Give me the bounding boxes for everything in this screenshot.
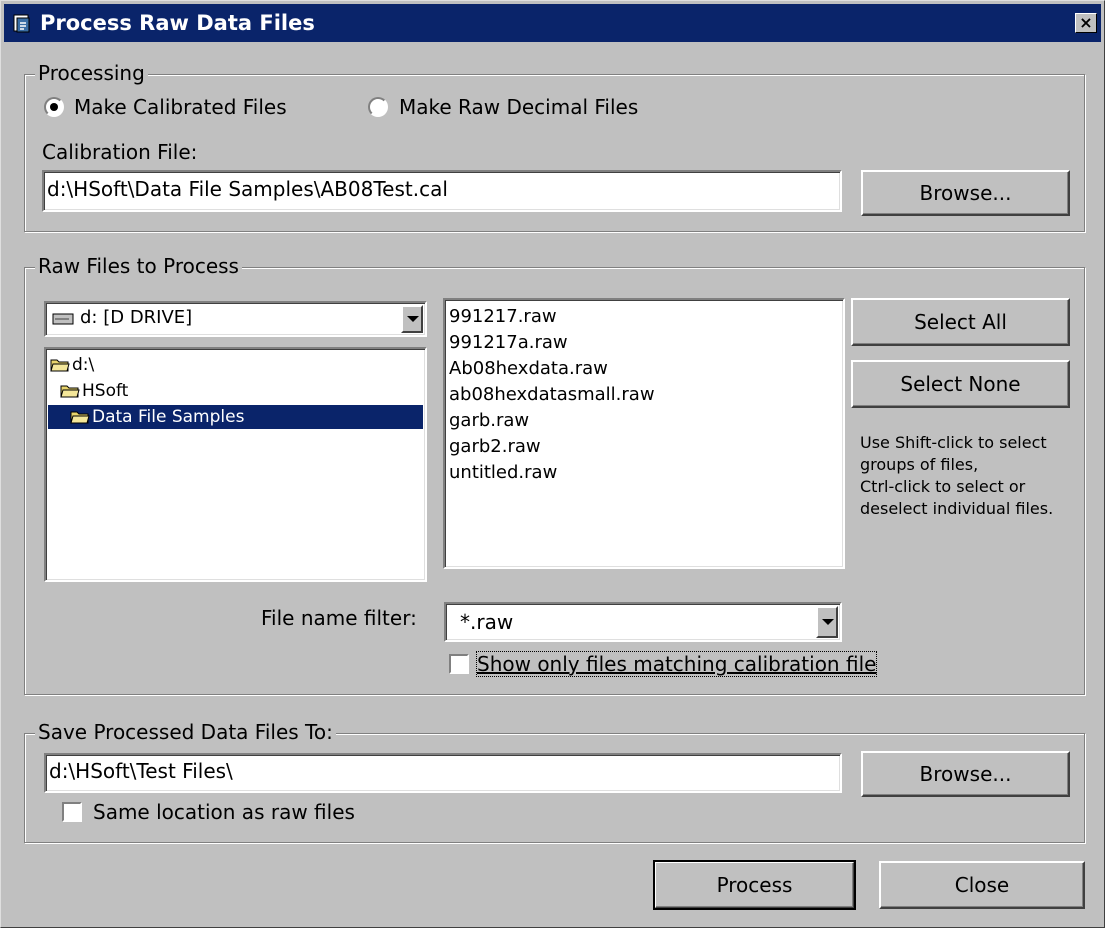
chevron-down-icon <box>407 316 419 322</box>
radio-make-raw-decimal[interactable]: Make Raw Decimal Files <box>368 95 668 119</box>
close-button[interactable]: Close <box>879 861 1085 909</box>
list-item[interactable]: garb2.raw <box>445 434 843 460</box>
show-matching-label: Show only files matching calibration fil… <box>475 651 878 677</box>
process-raw-data-dialog: Process Raw Data Files × Processing Make… <box>0 0 1105 928</box>
file-list[interactable]: 991217.raw 991217a.raw Ab08hexdata.raw a… <box>443 298 845 569</box>
list-item[interactable]: 991217a.raw <box>445 330 843 356</box>
open-folder-icon <box>50 359 70 372</box>
same-location-checkbox[interactable] <box>62 802 82 822</box>
help-line: groups of files, <box>860 455 979 474</box>
window-title: Process Raw Data Files <box>40 11 315 35</box>
filter-dropdown-arrow[interactable] <box>816 606 838 638</box>
file-name-filter-dropdown[interactable]: *.raw <box>444 602 842 642</box>
list-item[interactable]: ab08hexdatasmall.raw <box>445 382 843 408</box>
same-location-checkbox-row[interactable]: Same location as raw files <box>62 800 382 826</box>
tree-item-hsoft[interactable]: HSoft <box>60 379 128 403</box>
radio-raw-decimal-label: Make Raw Decimal Files <box>399 95 639 119</box>
app-icon <box>13 14 30 33</box>
save-legend: Save Processed Data Files To: <box>35 720 336 744</box>
radio-dot <box>50 103 58 111</box>
tree-item-data-file-samples[interactable]: Data File Samples <box>48 405 423 429</box>
open-folder-icon <box>60 385 80 398</box>
select-all-button[interactable]: Select All <box>851 298 1070 346</box>
open-folder-icon <box>70 411 90 424</box>
calibration-file-label: Calibration File: <box>42 140 198 164</box>
file-name-filter-value: *.raw <box>460 610 514 634</box>
radio-calibrated-circle[interactable] <box>44 97 64 117</box>
save-browse-button[interactable]: Browse... <box>861 751 1070 797</box>
help-line: Ctrl-click to select or <box>860 477 1026 496</box>
process-button[interactable]: Process <box>653 860 856 910</box>
processing-legend: Processing <box>35 61 148 85</box>
raw-files-group: Raw Files to Process d: [D DRIVE] d:\ HS… <box>24 254 1085 695</box>
chevron-down-icon <box>822 619 834 625</box>
radio-raw-decimal-circle[interactable] <box>368 97 388 117</box>
help-line: Use Shift-click to select <box>860 433 1047 452</box>
radio-make-calibrated[interactable]: Make Calibrated Files <box>44 95 314 119</box>
close-icon: × <box>1079 13 1093 32</box>
tree-item-label: Data File Samples <box>92 407 245 427</box>
show-matching-checkbox[interactable] <box>449 654 469 674</box>
processing-group: Processing Make Calibrated Files Make Ra… <box>24 61 1085 232</box>
drive-dropdown-arrow[interactable] <box>401 305 423 333</box>
raw-files-legend: Raw Files to Process <box>35 254 242 278</box>
selection-help-text: Use Shift-click to select groups of file… <box>860 432 1053 520</box>
select-none-button[interactable]: Select None <box>851 360 1070 408</box>
tree-item-d-root[interactable]: d:\ <box>50 353 94 377</box>
calibration-browse-button[interactable]: Browse... <box>861 170 1070 216</box>
list-item[interactable]: untitled.raw <box>445 460 843 486</box>
list-item[interactable]: 991217.raw <box>445 304 843 330</box>
same-location-label: Same location as raw files <box>93 800 355 824</box>
list-item[interactable]: Ab08hexdata.raw <box>445 356 843 382</box>
close-window-button[interactable]: × <box>1075 13 1097 33</box>
file-name-filter-label: File name filter: <box>261 606 417 630</box>
drive-dropdown[interactable]: d: [D DRIVE] <box>44 301 427 337</box>
help-line: deselect individual files. <box>860 499 1054 518</box>
tree-item-label: d:\ <box>72 355 95 375</box>
tree-item-label: HSoft <box>82 381 129 401</box>
folder-tree[interactable]: d:\ HSoft Data File Samples <box>44 347 427 582</box>
save-group: Save Processed Data Files To: d:\HSoft\T… <box>24 720 1085 843</box>
save-path-field[interactable]: d:\HSoft\Test Files\ <box>44 753 842 793</box>
title-bar[interactable]: Process Raw Data Files × <box>4 4 1101 42</box>
calibration-file-field[interactable]: d:\HSoft\Data File Samples\AB08Test.cal <box>42 170 842 212</box>
show-matching-checkbox-row[interactable]: Show only files matching calibration fil… <box>449 651 909 678</box>
radio-calibrated-label: Make Calibrated Files <box>74 95 287 119</box>
drive-icon <box>52 313 74 325</box>
drive-value: d: [D DRIVE] <box>80 307 193 328</box>
list-item[interactable]: garb.raw <box>445 408 843 434</box>
